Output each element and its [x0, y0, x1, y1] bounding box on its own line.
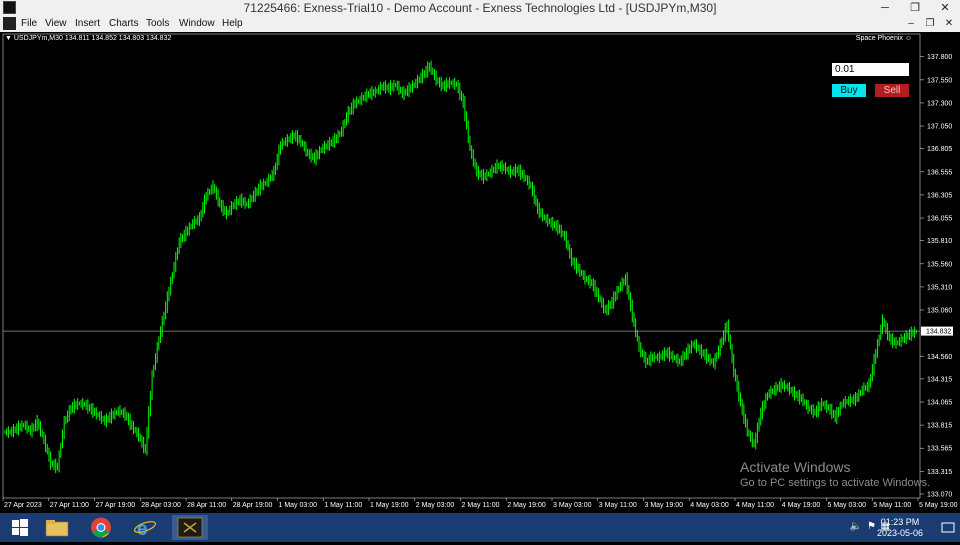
x-tick-label: 1 May 03:00 [279, 502, 318, 509]
clock-time: 01:23 PM [880, 517, 920, 527]
x-tick-label: 5 May 03:00 [828, 502, 867, 509]
chart-area[interactable]: 134.832 137.800 137.550 137.300 137.050 136.… [0, 32, 960, 513]
x-tick-label: 4 May 03:00 [690, 502, 729, 509]
y-tick-label: 137.300 [927, 100, 952, 107]
folder-icon [45, 520, 69, 537]
x-tick-label: 1 May 19:00 [370, 502, 409, 509]
menu-insert[interactable]: Insert [75, 18, 100, 29]
internet-explorer-button[interactable]: e [128, 515, 162, 540]
menu-file[interactable]: File [21, 18, 37, 29]
x-tick-label: 2 May 03:00 [416, 502, 455, 509]
y-tick-label: 137.800 [927, 54, 952, 61]
chart-restore-button[interactable]: ❐ [921, 16, 939, 32]
lot-size-input[interactable] [832, 63, 909, 76]
x-tick-label: 4 May 19:00 [782, 502, 821, 509]
chrome-icon [91, 517, 111, 538]
y-tick-label: 135.560 [927, 261, 952, 268]
y-tick-label: 136.555 [927, 169, 952, 176]
smiley-icon: ☺ [904, 35, 912, 42]
symbol-quote: USDJPYm,M30 134.811 134.852 134.803 134.… [13, 35, 172, 42]
file-explorer-button[interactable] [40, 515, 74, 540]
notifications-glyph [941, 522, 955, 533]
activate-windows-watermark: Activate Windows Go to PC settings to ac… [740, 459, 930, 489]
price-chart[interactable]: 134.832 137.800 137.550 137.300 137.050 136.… [0, 32, 960, 513]
current-price-label: 134.832 [926, 329, 951, 336]
x-tick-label: 2 May 19:00 [507, 502, 546, 509]
y-tick-label: 136.805 [927, 146, 952, 153]
x-tick-label: 3 May 11:00 [599, 502, 637, 509]
x-tick-label: 27 Apr 2023 [4, 502, 42, 509]
volume-icon[interactable]: 🔈 [850, 521, 862, 532]
symbol-info: ▼ USDJPYm,M30 134.811 134.852 134.803 13… [5, 35, 171, 42]
y-tick-label: 137.550 [927, 77, 952, 84]
menu-view[interactable]: View [45, 18, 67, 29]
menu-help[interactable]: Help [222, 18, 243, 29]
x-tick-label: 28 Apr 03:00 [141, 502, 181, 509]
clock[interactable]: 01:23 PM 2023-05-06 [870, 517, 930, 539]
x-tick-label: 28 Apr 11:00 [187, 502, 226, 509]
y-tick-label: 133.315 [927, 469, 952, 476]
taskbar: e 🔈 ⚑ ▦ 01:23 PM 2023-05-06 [0, 513, 960, 542]
exness-terminal-button[interactable] [172, 515, 208, 540]
internet-explorer-icon: e [133, 519, 157, 540]
x-tick-label: 5 May 11:00 [873, 502, 911, 509]
y-tick-label: 137.050 [927, 124, 952, 131]
exness-app-icon [177, 517, 203, 538]
y-tick-label: 133.070 [927, 492, 952, 499]
ea-name-text: Space Phoenix [855, 35, 903, 42]
x-tick-label: 28 Apr 19:00 [233, 502, 273, 509]
minimize-button[interactable]: ─ [870, 0, 900, 16]
x-tick-label: 3 May 03:00 [553, 502, 592, 509]
windows-logo-icon [12, 519, 28, 536]
y-tick-label: 135.310 [927, 284, 952, 291]
chart-window-icon [3, 17, 16, 30]
close-button[interactable]: ✕ [930, 0, 960, 16]
menu-window[interactable]: Window [179, 18, 215, 29]
symbol-arrow-icon: ▼ [5, 35, 14, 42]
x-tick-label: 3 May 19:00 [645, 502, 684, 509]
menu-tools[interactable]: Tools [146, 18, 169, 29]
sell-button[interactable]: Sell [875, 84, 909, 97]
x-tick-label: 27 Apr 11:00 [50, 502, 89, 509]
y-tick-label: 135.810 [927, 238, 952, 245]
chart-close-button[interactable]: ✕ [940, 16, 958, 32]
x-tick-label: 2 May 11:00 [462, 502, 500, 509]
clock-date: 2023-05-06 [876, 528, 924, 538]
y-tick-label: 134.560 [927, 354, 952, 361]
expert-advisor-label: Space Phoenix ☺ [856, 35, 912, 42]
activate-title: Activate Windows [740, 459, 851, 475]
y-tick-label: 133.815 [927, 423, 952, 430]
menu-bar: File View Insert Charts Tools Window Hel… [0, 16, 960, 32]
menu-charts[interactable]: Charts [109, 18, 138, 29]
chrome-button[interactable] [84, 515, 118, 540]
x-tick-label: 4 May 11:00 [736, 502, 774, 509]
x-tick-label: 5 May 19:00 [919, 502, 958, 509]
y-tick-label: 134.065 [927, 400, 952, 407]
x-tick-label: 27 Apr 19:00 [96, 502, 136, 509]
y-tick-label: 133.565 [927, 446, 952, 453]
x-tick-label: 1 May 11:00 [324, 502, 362, 509]
restore-button[interactable]: ❐ [900, 0, 930, 16]
window-title: 71225466: Exness-Trial10 - Demo Account … [243, 1, 717, 15]
notifications-icon[interactable] [940, 521, 956, 533]
y-tick-label: 136.055 [927, 216, 952, 223]
buy-button[interactable]: Buy [832, 84, 866, 97]
y-tick-label: 134.315 [927, 376, 952, 383]
y-tick-label: 135.060 [927, 308, 952, 315]
activate-subtitle: Go to PC settings to activate Windows. [740, 477, 931, 489]
chart-minimize-button[interactable]: – [902, 16, 920, 32]
title-bar: 71225466: Exness-Trial10 - Demo Account … [0, 0, 960, 16]
start-button[interactable] [3, 515, 37, 540]
y-tick-label: 136.305 [927, 192, 952, 199]
